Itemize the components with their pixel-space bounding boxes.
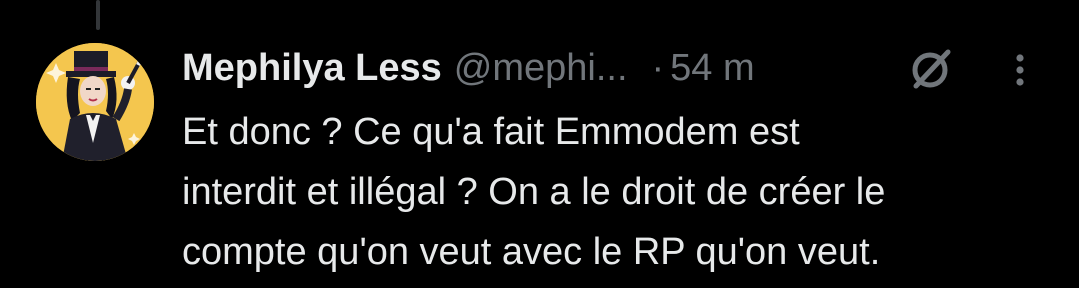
- tweet-text-line: interdit et illégal ? On a le droit de c…: [182, 171, 886, 213]
- avatar[interactable]: [36, 43, 154, 161]
- thread-connector-line: [96, 0, 100, 30]
- tweet-text: Et donc ? Ce qu'a fait Emmodem est inter…: [182, 102, 1079, 282]
- more-options-icon[interactable]: [1010, 50, 1030, 90]
- timestamp[interactable]: 54 m: [670, 47, 754, 90]
- author-name[interactable]: Mephilya Less: [182, 47, 442, 90]
- tweet-content: Mephilya Less @mephi... · 54 m Et donc ?…: [182, 40, 1079, 282]
- tweet-text-line: Et donc ? Ce qu'a fait Emmodem est: [182, 111, 800, 153]
- author-handle[interactable]: @mephi...: [454, 47, 628, 90]
- grok-icon[interactable]: [906, 44, 956, 94]
- time-separator: ·: [651, 46, 665, 89]
- tweet-header: Mephilya Less @mephi... · 54 m: [182, 40, 1079, 96]
- tweet-text-line: compte qu'on veut avec le RP qu'on veut.: [182, 231, 881, 273]
